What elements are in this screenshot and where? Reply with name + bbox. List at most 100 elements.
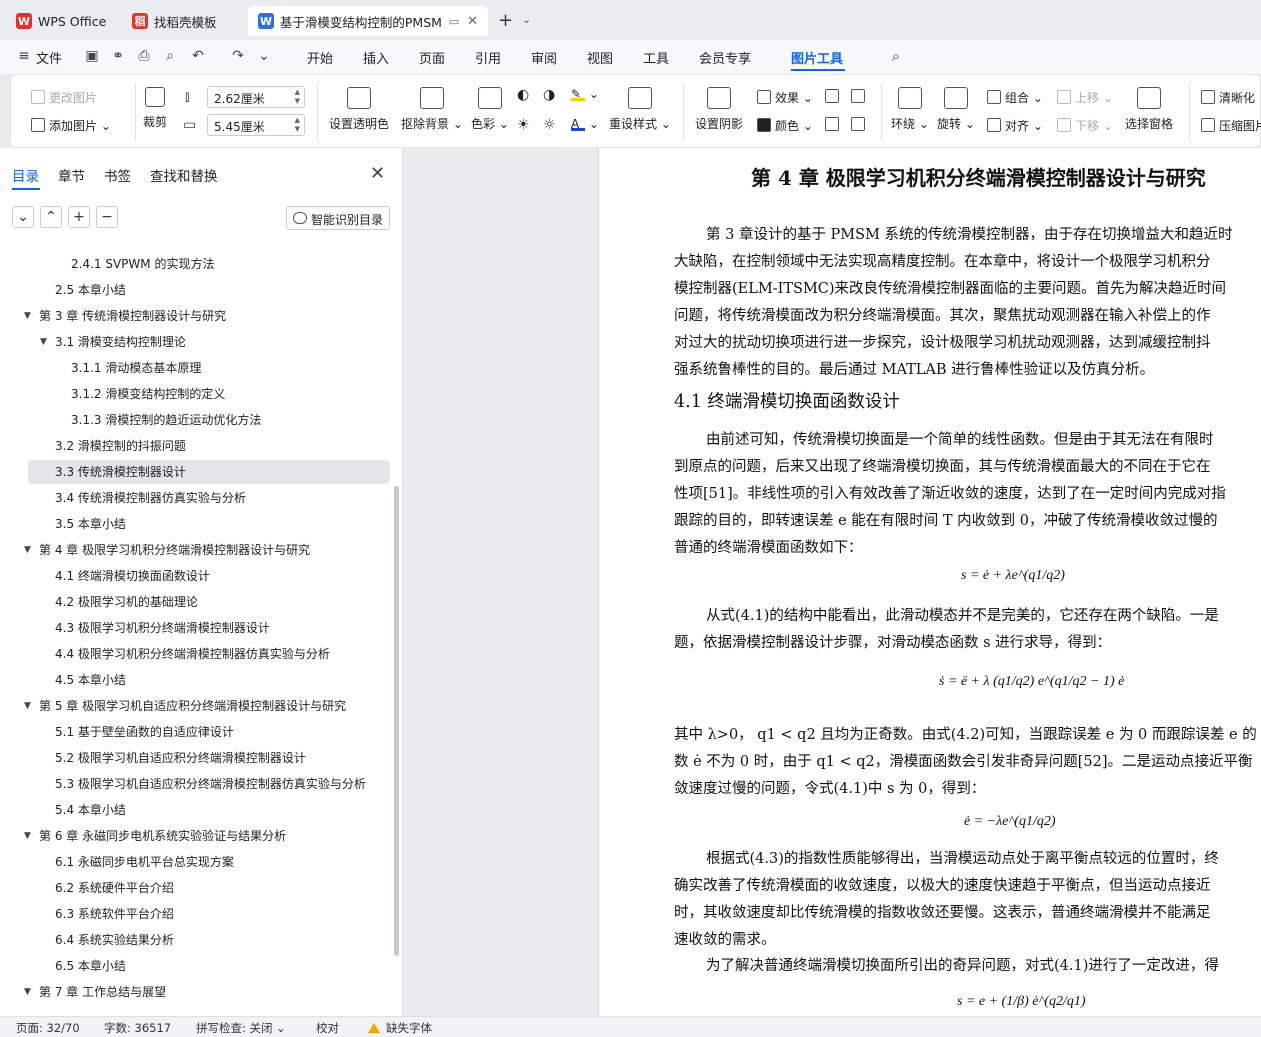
expand-arrow-icon[interactable]: ▼ xyxy=(40,330,47,354)
toc-item[interactable]: 5.4 本章小结 xyxy=(28,798,390,822)
nav-tab-toc[interactable]: 目录 xyxy=(12,165,39,185)
compress-button[interactable]: 压缩图片 xyxy=(1201,117,1261,134)
toc-item[interactable]: 4.2 极限学习机的基础理论 xyxy=(28,590,390,614)
missing-font-button[interactable]: 缺失字体 xyxy=(368,1020,432,1036)
border-color-icon[interactable]: A ⌄ xyxy=(571,117,599,131)
sharpen-button[interactable]: 清晰化 xyxy=(1201,89,1255,106)
smart-toc-button[interactable]: 智能识别目录 xyxy=(286,206,390,230)
chevron-down-icon[interactable]: ⌄ xyxy=(256,48,272,64)
scrollbar[interactable] xyxy=(394,486,399,956)
toc-item[interactable]: 2.4.1 SVPWM 的实现方法 xyxy=(28,252,390,276)
effects-button[interactable]: 效果 ⌄ xyxy=(757,89,813,106)
wrap-button[interactable]: 环绕 ⌄ xyxy=(891,87,929,132)
width-input[interactable]: 5.45厘米 ▲ ▼ xyxy=(207,114,305,136)
menu-reference[interactable]: 引用 xyxy=(475,48,501,67)
toc-item[interactable]: 5.2 极限学习机自适应积分终端滑模控制器设计 xyxy=(28,746,390,770)
menu-review[interactable]: 审阅 xyxy=(531,48,557,67)
collapse-all-button[interactable]: ⌄ xyxy=(12,206,34,228)
toc-item[interactable]: 6.1 永磁同步电机平台总实现方案 xyxy=(28,850,390,874)
toc-item[interactable]: ▼ 第 6 章 永磁同步电机系统实验验证与结果分析 xyxy=(24,824,390,848)
print-icon[interactable]: ⎙ xyxy=(136,48,152,64)
expand-arrow-icon[interactable]: ▼ xyxy=(24,304,31,328)
highlight-color-icon[interactable]: ✎ ⌄ xyxy=(571,87,599,101)
toc-item[interactable]: 6.3 系统软件平台介绍 xyxy=(28,902,390,926)
set-shadow-button[interactable]: 设置阴影 xyxy=(695,87,743,132)
toc-item[interactable]: ▼ 第 3 章 传统滑模控制器设计与研究 xyxy=(24,304,390,328)
menu-view[interactable]: 视图 xyxy=(587,48,613,67)
color-mode-button[interactable]: 色彩 ⌄ xyxy=(471,87,509,132)
expand-arrow-icon[interactable]: ▼ xyxy=(24,694,31,718)
toc-item[interactable]: ▼ 第 7 章 工作总结与展望 xyxy=(24,980,390,1004)
brightness-up-icon[interactable]: ◐ xyxy=(517,87,529,103)
close-tab-icon[interactable]: ✕ xyxy=(467,14,478,29)
toc-item[interactable]: 4.5 本章小结 xyxy=(28,668,390,692)
proofread-button[interactable]: 校对 xyxy=(316,1020,339,1036)
formula-4-1[interactable]: s = ė + λe^(q1/q2) xyxy=(961,568,1065,584)
height-input[interactable]: 2.62厘米 ▲ ▼ xyxy=(207,86,305,108)
color-button[interactable]: 颜色 ⌄ xyxy=(757,117,813,134)
shadow-nudge-icon[interactable] xyxy=(851,89,869,104)
shadow-right-icon[interactable] xyxy=(851,117,869,132)
spinner-icon[interactable]: ▲ ▼ xyxy=(295,88,300,106)
spell-check-toggle[interactable]: 拼写检查: 关闭 ⌄ xyxy=(196,1020,286,1036)
crop-button[interactable]: 裁剪 xyxy=(143,87,167,130)
menu-file[interactable]: 文件 xyxy=(36,48,62,67)
toc-item[interactable]: 6.2 系统硬件平台介绍 xyxy=(28,876,390,900)
formula-4-3[interactable]: ė = −λe^(q1/q2) xyxy=(964,814,1056,830)
selection-pane-button[interactable]: 选择窗格 xyxy=(1125,87,1173,132)
menu-member[interactable]: 会员专享 xyxy=(699,48,751,67)
toc-item[interactable]: 4.4 极限学习机积分终端滑模控制器仿真实验与分析 xyxy=(28,642,390,666)
toc-item[interactable]: ▼ 3.1 滑模变结构控制理论 xyxy=(28,330,390,354)
chevron-down-icon[interactable]: ⌄ xyxy=(522,13,531,26)
formula-4-4[interactable]: s = e + (1/β) ė^(q2/q1) xyxy=(957,994,1086,1010)
toc-item[interactable]: ▼ 第 5 章 极限学习机自适应积分终端滑模控制器设计与研究 xyxy=(24,694,390,718)
toc-item[interactable]: 2.5 本章小结 xyxy=(28,278,390,302)
menu-page[interactable]: 页面 xyxy=(419,48,445,67)
contrast-icon[interactable]: ◑ xyxy=(543,87,555,103)
expand-arrow-icon[interactable]: ▼ xyxy=(24,538,31,562)
brightness-down-icon[interactable]: ☀ xyxy=(517,117,530,133)
toc-item[interactable]: 4.1 终端滑模切换面函数设计 xyxy=(28,564,390,588)
group-button[interactable]: 组合 ⌄ xyxy=(987,89,1043,106)
toc-item[interactable]: 3.3 传统滑模控制器设计 xyxy=(28,460,390,484)
set-transparent-button[interactable]: 设置透明色 xyxy=(329,87,389,132)
toc-item[interactable]: 3.1.1 滑动模态基本原理 xyxy=(28,356,390,380)
expand-arrow-icon[interactable]: ▼ xyxy=(24,980,31,1004)
toc-item[interactable]: 3.1.2 滑模变结构控制的定义 xyxy=(28,382,390,406)
expand-up-button[interactable]: ⌃ xyxy=(40,206,62,228)
toc-item[interactable]: 3.2 滑模控制的抖振问题 xyxy=(28,434,390,458)
remove-heading-button[interactable]: − xyxy=(96,206,118,228)
tab-template[interactable]: 稻 找稻壳模板 xyxy=(122,6,227,36)
close-icon[interactable]: ✕ xyxy=(370,163,385,184)
toc-item[interactable]: 5.3 极限学习机自适应积分终端滑模控制器仿真实验与分析 xyxy=(28,772,390,796)
formula-4-2[interactable]: ṡ = ë + λ (q1/q2) e^(q1/q2 − 1) ė xyxy=(939,674,1124,690)
toc-item[interactable]: ▼ 第 4 章 极限学习机积分终端滑模控制器设计与研究 xyxy=(24,538,390,562)
change-picture-button[interactable]: 更改图片 xyxy=(31,89,97,106)
nav-tab-bookmarks[interactable]: 书签 xyxy=(104,165,131,185)
toc-item[interactable]: 3.4 传统滑模控制器仿真实验与分析 xyxy=(28,486,390,510)
shadow-left-icon[interactable] xyxy=(825,117,843,132)
menu-insert[interactable]: 插入 xyxy=(363,48,389,67)
undo-icon[interactable]: ↶ xyxy=(190,48,206,64)
remove-background-button[interactable]: 抠除背景 ⌄ xyxy=(401,87,463,132)
menu-picture-tools[interactable]: 图片工具 xyxy=(791,48,843,67)
toc-item[interactable]: 4.3 极限学习机积分终端滑模控制器设计 xyxy=(28,616,390,640)
toc-item[interactable]: 3.5 本章小结 xyxy=(28,512,390,536)
tab-document[interactable]: W 基于滑模变结构控制的PMSM ▭ ✕ xyxy=(248,6,488,36)
page-count[interactable]: 页面: 32/70 xyxy=(16,1020,80,1036)
align-button[interactable]: 对齐 ⌄ xyxy=(987,117,1043,134)
shadow-offset-icon[interactable] xyxy=(825,89,843,104)
expand-arrow-icon[interactable]: ▼ xyxy=(24,824,31,848)
toc-item[interactable]: 6.5 本章小结 xyxy=(28,954,390,978)
menu-home[interactable]: 开始 xyxy=(307,48,333,67)
spinner-icon[interactable]: ▲ ▼ xyxy=(295,116,300,134)
rotate-button[interactable]: 旋转 ⌄ xyxy=(937,87,975,132)
nav-tab-find-replace[interactable]: 查找和替换 xyxy=(150,165,218,185)
add-heading-button[interactable]: + xyxy=(68,206,90,228)
move-up-button[interactable]: 上移 ⌄ xyxy=(1057,89,1113,106)
tab-wps-office[interactable]: W WPS Office xyxy=(6,6,116,36)
word-count[interactable]: 字数: 36517 xyxy=(104,1020,171,1036)
menu-tools[interactable]: 工具 xyxy=(643,48,669,67)
redo-icon[interactable]: ↷ xyxy=(230,48,246,64)
toc-item[interactable]: 3.1.3 滑模控制的趋近运动优化方法 xyxy=(28,408,390,432)
